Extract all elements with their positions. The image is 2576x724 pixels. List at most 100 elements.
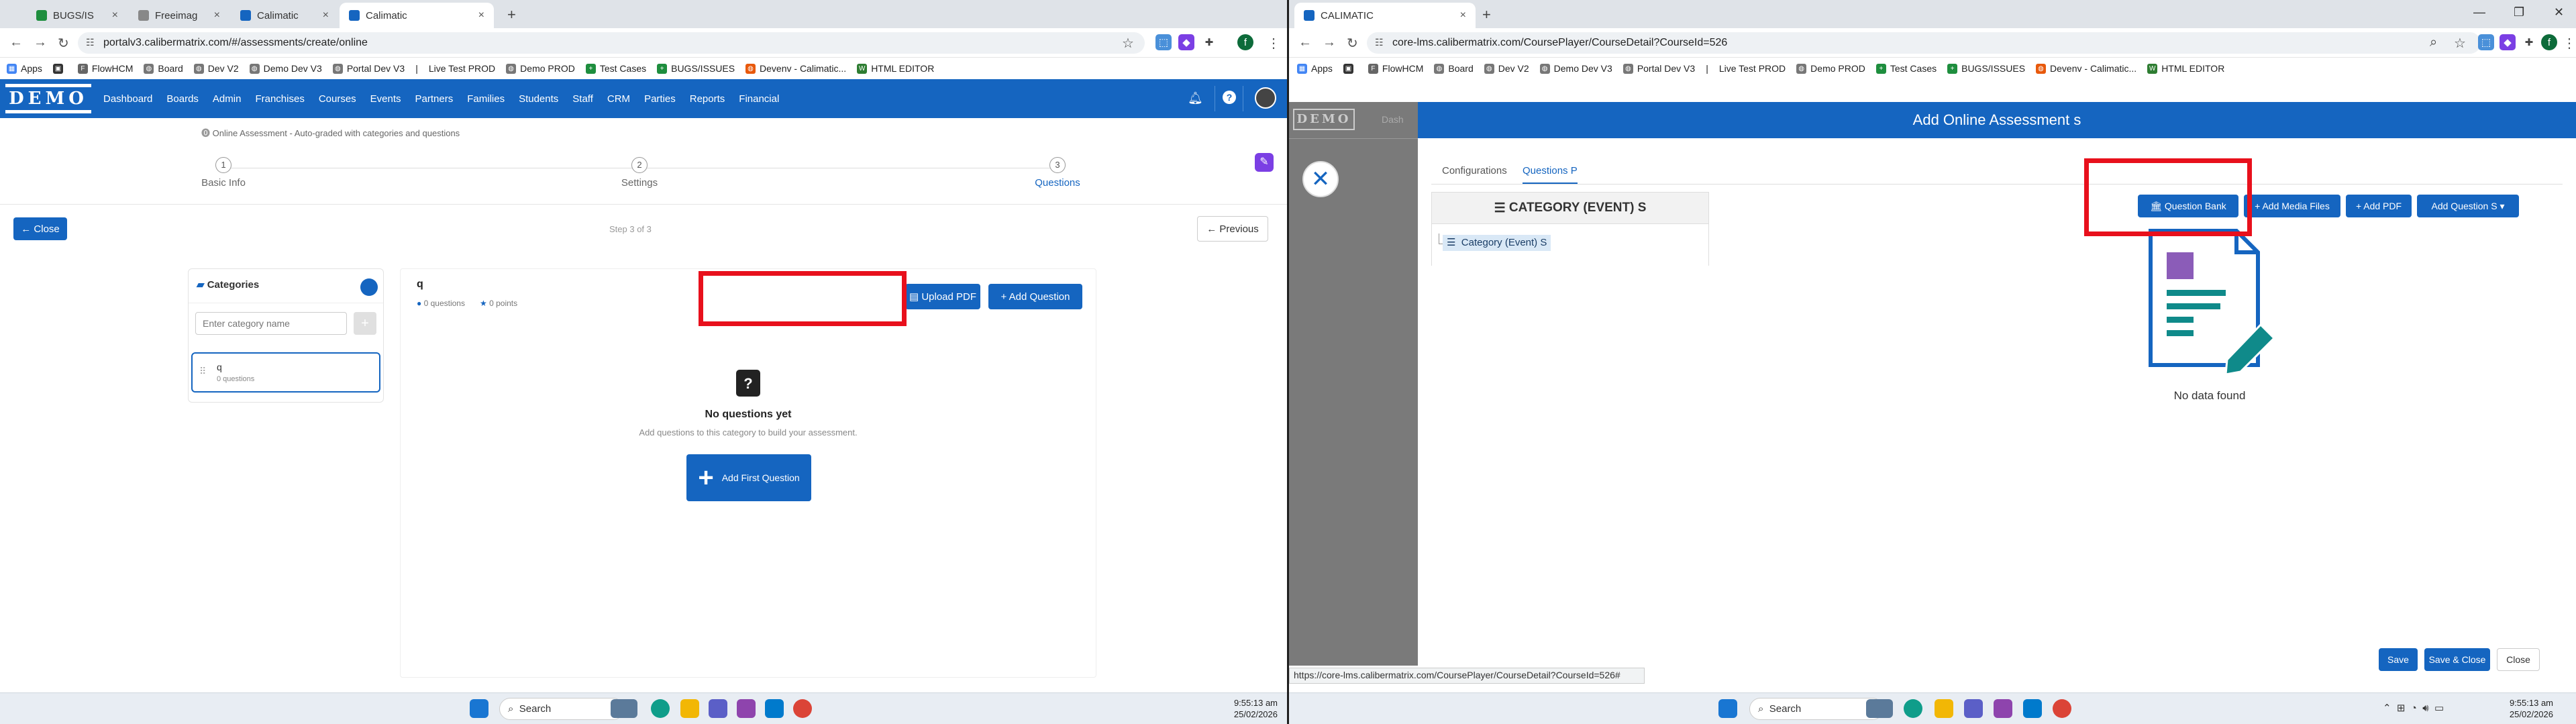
- new-tab-button[interactable]: +: [507, 6, 516, 23]
- browser-tab-active[interactable]: CALIMATIC ×: [1294, 3, 1476, 28]
- new-tab-button[interactable]: +: [1482, 6, 1491, 23]
- edge-icon[interactable]: [1904, 699, 1922, 718]
- drag-handle-icon[interactable]: ⠿: [199, 366, 206, 377]
- user-avatar[interactable]: [1255, 87, 1276, 109]
- add-category-button[interactable]: +: [354, 312, 376, 335]
- bookmark-item[interactable]: + BUGS/ISSUES: [1947, 63, 2025, 74]
- site-info-icon[interactable]: ☷: [86, 37, 95, 48]
- browser-tab[interactable]: BUGS/IS ×: [27, 3, 127, 28]
- visual-studio-icon[interactable]: [1994, 699, 2012, 718]
- bookmark-item[interactable]: + Test Cases: [1875, 63, 1937, 74]
- bookmark-star-icon[interactable]: ☆: [1122, 35, 1134, 52]
- widget-icon[interactable]: [611, 699, 637, 718]
- bookmark-item[interactable]: ◍ Demo Dev V3: [1539, 63, 1612, 74]
- close-window-icon[interactable]: ✕: [2554, 5, 2564, 19]
- browser-tab[interactable]: Calimatic ×: [231, 3, 338, 28]
- menu-item-staff[interactable]: Staff: [572, 93, 593, 105]
- bookmark-item[interactable]: W HTML EDITOR: [857, 63, 934, 74]
- windows-start-icon[interactable]: [470, 699, 488, 718]
- edge-icon[interactable]: [651, 699, 670, 718]
- bookmark-item[interactable]: ◍ Dev V2: [1484, 63, 1529, 74]
- help-icon[interactable]: ?: [1223, 91, 1236, 104]
- profile-avatar[interactable]: f: [2541, 34, 2557, 50]
- chrome-icon[interactable]: [793, 699, 812, 718]
- bookmark-item[interactable]: ▦ Apps: [7, 63, 42, 74]
- menu-item-reports[interactable]: Reports: [690, 93, 725, 105]
- save-and-close-button[interactable]: Save & Close: [2424, 648, 2490, 671]
- bookmark-item[interactable]: ◍ Board: [1434, 63, 1474, 74]
- menu-item-franchises[interactable]: Franchises: [255, 93, 304, 105]
- chrome-icon[interactable]: [2053, 699, 2071, 718]
- add-media-files-button[interactable]: + Add Media Files: [2244, 195, 2340, 217]
- minimize-icon[interactable]: —: [2473, 5, 2485, 19]
- taskbar-search[interactable]: ⌕ Search: [499, 698, 624, 720]
- teams-icon[interactable]: [1964, 699, 1983, 718]
- profile-avatar[interactable]: f: [1237, 34, 1253, 50]
- menu-item-events[interactable]: Events: [370, 93, 401, 105]
- browser-tab-active[interactable]: Calimatic ×: [340, 3, 494, 28]
- add-question-dropdown[interactable]: Add Question S ▾: [2417, 195, 2519, 217]
- upload-pdf-button[interactable]: ▤ Upload PDF: [905, 284, 980, 309]
- tab-configurations[interactable]: Configurations: [1442, 165, 1507, 176]
- file-explorer-icon[interactable]: [1935, 699, 1953, 718]
- extensions-puzzle-icon[interactable]: ✚: [1201, 34, 1217, 50]
- menu-item-parties[interactable]: Parties: [644, 93, 676, 105]
- bookmark-item[interactable]: + Test Cases: [585, 63, 646, 74]
- reload-icon[interactable]: ↻: [58, 35, 69, 52]
- forward-icon[interactable]: →: [1323, 35, 1336, 50]
- url-input[interactable]: ☷ core-lms.calibermatrix.com/CoursePlayer…: [1367, 32, 2481, 54]
- menu-item-dashboard[interactable]: Dashboard: [103, 93, 152, 105]
- bookmark-item[interactable]: Live Test PROD: [429, 63, 495, 74]
- menu-item-partners[interactable]: Partners: [415, 93, 454, 105]
- menu-item-financial[interactable]: Financial: [739, 93, 779, 105]
- add-pdf-button[interactable]: + Add PDF: [2346, 195, 2412, 217]
- tab-questions[interactable]: Questions P: [1523, 165, 1578, 184]
- extensions-puzzle-icon[interactable]: ✚: [2521, 34, 2537, 50]
- zoom-icon[interactable]: ⌕: [2430, 35, 2437, 50]
- widget-icon[interactable]: [1866, 699, 1893, 718]
- extension-icon[interactable]: ◆: [2500, 34, 2516, 50]
- bookmark-item[interactable]: ◍ Demo PROD: [506, 63, 575, 74]
- extension-icon[interactable]: ⬚: [2478, 34, 2494, 50]
- bookmark-item[interactable]: ◍ Devenv - Calimatic...: [2036, 63, 2136, 74]
- edit-pencil-icon[interactable]: ✎: [1255, 153, 1274, 172]
- bookmark-item[interactable]: ◍ Board: [144, 63, 183, 74]
- vscode-icon[interactable]: [765, 699, 784, 718]
- windows-start-icon[interactable]: [1718, 699, 1737, 718]
- chrome-menu-icon[interactable]: ⋮: [2563, 35, 2576, 52]
- step-basic-info[interactable]: 1 Basic Info: [143, 157, 304, 189]
- menu-item-families[interactable]: Families: [467, 93, 505, 105]
- bell-icon[interactable]: 🔔︎: [1188, 91, 1203, 105]
- bookmark-item[interactable]: Live Test PROD: [1719, 63, 1786, 74]
- bookmark-item[interactable]: ◍ Portal Dev V3: [332, 63, 405, 74]
- restore-icon[interactable]: ❐: [2514, 5, 2524, 19]
- bookmark-item[interactable]: ◍ Portal Dev V3: [1622, 63, 1695, 74]
- category-list-item[interactable]: ⠿ q 0 questions: [191, 352, 380, 393]
- forward-icon[interactable]: →: [34, 35, 47, 50]
- save-button[interactable]: Save: [2379, 648, 2418, 671]
- vscode-icon[interactable]: [2023, 699, 2042, 718]
- demo-logo[interactable]: DEMO: [5, 84, 92, 113]
- teams-icon[interactable]: [709, 699, 727, 718]
- close-button[interactable]: ← Close: [13, 217, 67, 240]
- bookmark-item[interactable]: + BUGS/ISSUES: [657, 63, 735, 74]
- close-button[interactable]: Close: [2497, 648, 2540, 671]
- category-name-input[interactable]: [195, 312, 347, 335]
- menu-item-admin[interactable]: Admin: [213, 93, 242, 105]
- bookmark-item[interactable]: ◍ Demo Dev V3: [249, 63, 322, 74]
- add-question-button[interactable]: + Add Question: [988, 284, 1082, 309]
- reload-icon[interactable]: ↻: [1347, 35, 1358, 52]
- bookmark-item[interactable]: F FlowHCM: [77, 63, 133, 74]
- bookmark-item[interactable]: ◍ Devenv - Calimatic...: [745, 63, 846, 74]
- previous-button[interactable]: ← Previous: [1197, 216, 1268, 242]
- bookmark-item[interactable]: ◍ Demo PROD: [1796, 63, 1865, 74]
- site-info-icon[interactable]: ☷: [1375, 37, 1384, 48]
- bookmark-star-icon[interactable]: ☆: [2454, 35, 2466, 52]
- close-modal-icon[interactable]: ✕: [1302, 161, 1339, 197]
- menu-item-boards[interactable]: Boards: [166, 93, 199, 105]
- extension-icon[interactable]: ◆: [1178, 34, 1194, 50]
- bookmark-item[interactable]: ◍ Dev V2: [193, 63, 239, 74]
- taskbar-search[interactable]: ⌕ Search: [1749, 698, 1884, 720]
- system-tray-icons[interactable]: ⌃ ⊞ ◔ 🔊︎ ▭: [2383, 702, 2444, 714]
- menu-item-crm[interactable]: CRM: [607, 93, 630, 105]
